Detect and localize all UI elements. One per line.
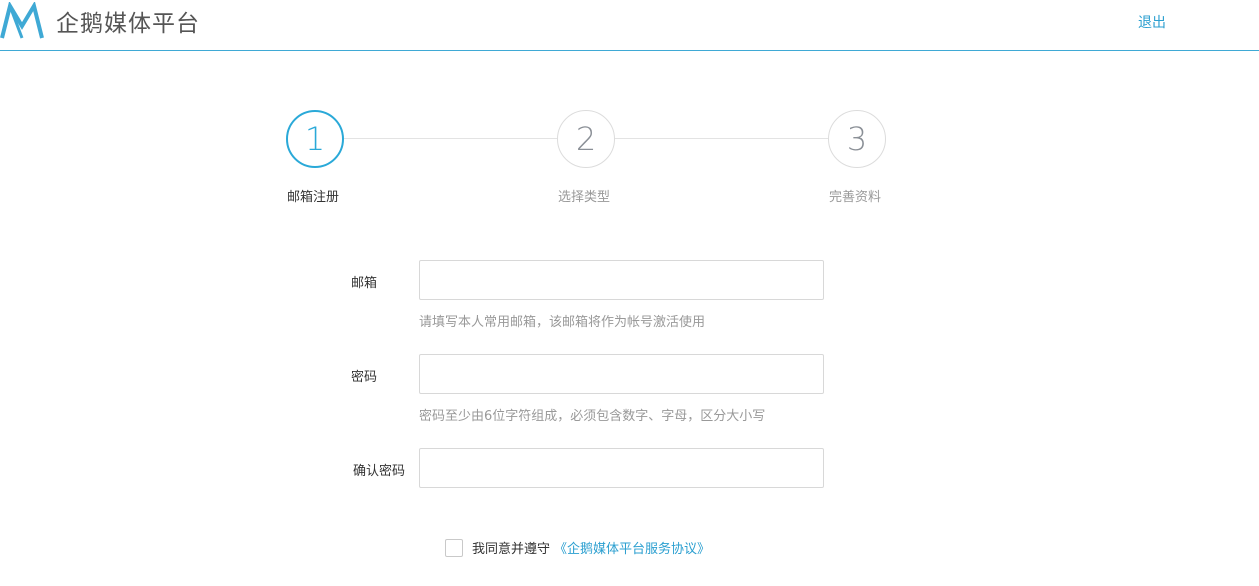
email-label: 邮箱 — [350, 276, 377, 291]
password-field[interactable] — [419, 354, 824, 394]
email-field[interactable] — [419, 260, 824, 300]
service-agreement-link[interactable]: 《企鹅媒体平台服务协议》 — [554, 538, 710, 557]
agreement-text: 我同意并遵守 — [472, 542, 551, 557]
step-connector — [344, 138, 557, 139]
step-3-circle: 3 — [828, 110, 886, 168]
confirm-password-field[interactable] — [419, 448, 824, 488]
step-1-circle: 1 — [286, 110, 344, 168]
agreement-checkbox[interactable] — [445, 538, 463, 557]
step-2-circle: 2 — [557, 110, 615, 168]
password-hint: 密码至少由6位字符组成，必须包含数字、字母，区分大小写 — [419, 409, 766, 424]
email-hint: 请填写本人常用邮箱，该邮箱将作为帐号激活使用 — [419, 315, 706, 330]
step-connector — [615, 138, 828, 139]
step-1-label: 邮箱注册 — [286, 190, 339, 205]
agreement-row: 我同意并遵守 《企鹅媒体平台服务协议》 — [445, 538, 710, 557]
step-3-label: 完善资料 — [828, 190, 881, 205]
confirm-password-label: 确认密码 — [352, 464, 405, 479]
step-indicator: 1 2 3 邮箱注册 选择类型 完善资料 — [0, 0, 1259, 220]
step-2-label: 选择类型 — [557, 190, 610, 205]
password-label: 密码 — [350, 370, 377, 385]
